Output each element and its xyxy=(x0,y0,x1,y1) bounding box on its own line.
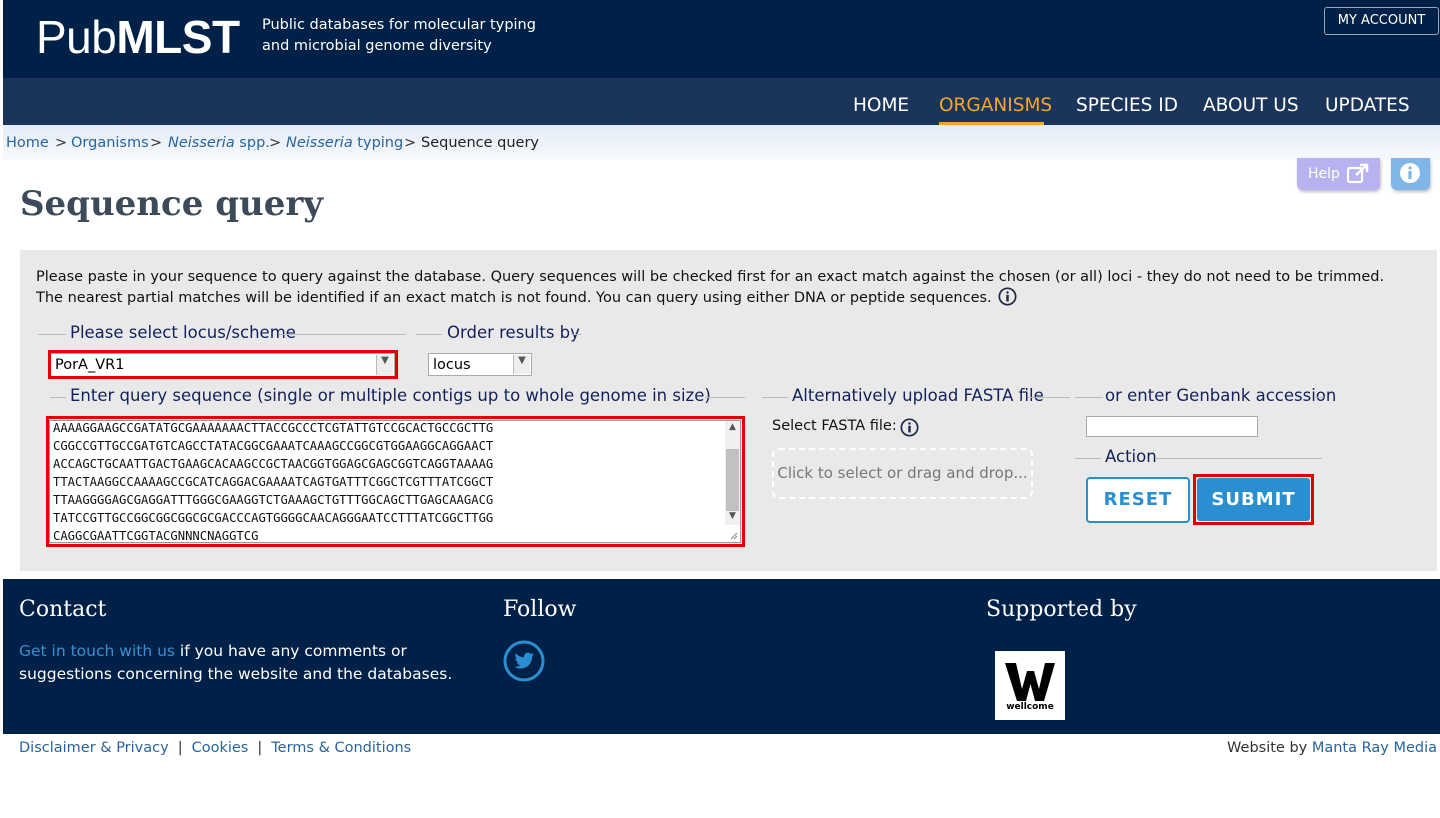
footer-links: Disclaimer & Privacy | Cookies | Terms & Con… xyxy=(19,740,411,756)
fieldset-line xyxy=(762,397,788,398)
fieldset-line xyxy=(279,334,406,335)
fieldset-line xyxy=(38,334,66,335)
nav-home[interactable]: HOME xyxy=(853,95,909,116)
nav-about-us[interactable]: ABOUT US xyxy=(1203,95,1299,116)
locus-legend: Please select locus/scheme xyxy=(70,323,296,342)
query-panel: Please paste in your sequence to query a… xyxy=(20,250,1437,571)
reset-button[interactable]: RESET xyxy=(1086,477,1190,523)
breadcrumb-organisms[interactable]: Organisms xyxy=(71,135,149,151)
intro-text: Please paste in your sequence to query a… xyxy=(36,268,1396,312)
pubmlst-logo[interactable]: PubMLST xyxy=(36,10,240,64)
breadcrumb-separator: > xyxy=(150,135,163,151)
footer-link-separator: | xyxy=(177,740,183,756)
contact-link[interactable]: Get in touch with us xyxy=(19,642,175,660)
genbank-legend: or enter Genbank accession xyxy=(1105,386,1337,405)
tagline-line-1: Public databases for molecular typing xyxy=(262,17,536,33)
breadcrumb-current: Sequence query xyxy=(421,135,539,151)
page-title: Sequence query xyxy=(20,184,323,224)
breadcrumb-typing-italic: Neisseria xyxy=(286,135,353,151)
my-account-button[interactable]: MY ACCOUNT xyxy=(1324,7,1439,35)
breadcrumb-species-rest: spp. xyxy=(234,135,270,151)
chevron-down-icon: ▼ xyxy=(513,355,530,374)
fieldset-line xyxy=(1028,397,1070,398)
help-button[interactable]: Help xyxy=(1297,158,1380,190)
fieldset-line xyxy=(1156,458,1322,459)
manta-ray-media-link[interactable]: Manta Ray Media xyxy=(1312,740,1437,756)
fieldset-line xyxy=(1075,458,1101,459)
wellcome-logo-text: wellcome xyxy=(1006,702,1054,712)
info-button[interactable] xyxy=(1391,158,1430,190)
site-footer: Contact Get in touch with us if you have… xyxy=(3,579,1440,734)
breadcrumb-neisseria-typing[interactable]: Neisseria typing xyxy=(286,135,403,151)
tagline-line-2: and microbial genome diversity xyxy=(262,38,492,54)
follow-heading: Follow xyxy=(503,597,577,622)
breadcrumb: Home > Organisms > Neisseria spp. > Neis… xyxy=(3,125,1440,160)
footer-link-separator: | xyxy=(257,740,263,756)
logo-text-light: Pub xyxy=(36,11,117,63)
fieldset-line xyxy=(571,334,581,335)
credit-prefix: Website by xyxy=(1227,740,1312,756)
fasta-legend: Alternatively upload FASTA file xyxy=(792,386,1044,405)
order-legend: Order results by xyxy=(447,323,580,342)
breadcrumb-typing-rest: typing xyxy=(352,135,404,151)
disclaimer-link[interactable]: Disclaimer & Privacy xyxy=(19,740,169,756)
intro-info-icon[interactable] xyxy=(998,287,1017,312)
fieldset-line xyxy=(1075,397,1103,398)
site-credit: Website by Manta Ray Media xyxy=(1227,740,1437,756)
fieldset-line xyxy=(50,397,66,398)
external-link-icon xyxy=(1346,163,1369,184)
breadcrumb-separator: > xyxy=(55,135,68,151)
order-select-value: locus xyxy=(433,357,471,373)
breadcrumb-separator: > xyxy=(404,135,417,151)
fieldset-line xyxy=(416,334,442,335)
intro-text-body: Please paste in your sequence to query a… xyxy=(36,269,1385,306)
site-tagline: Public databases for molecular typing an… xyxy=(262,15,536,57)
supported-heading: Supported by xyxy=(986,597,1137,622)
submit-button-highlight xyxy=(1193,474,1314,525)
terms-link[interactable]: Terms & Conditions xyxy=(271,740,411,756)
order-select[interactable]: locus ▼ xyxy=(428,353,532,376)
breadcrumb-home[interactable]: Home xyxy=(6,135,49,151)
wellcome-logo[interactable]: wellcome xyxy=(995,651,1065,720)
action-legend: Action xyxy=(1105,447,1157,466)
locus-select-highlight xyxy=(48,350,398,379)
genbank-accession-input[interactable] xyxy=(1086,416,1258,437)
twitter-icon[interactable] xyxy=(503,640,545,682)
contact-text: Get in touch with us if you have any com… xyxy=(19,640,459,686)
cookies-link[interactable]: Cookies xyxy=(192,740,249,756)
fasta-file-label: Select FASTA file: xyxy=(772,418,897,434)
fasta-dropzone[interactable]: Click to select or drag and drop... xyxy=(772,448,1033,499)
breadcrumb-species-italic: Neisseria xyxy=(168,135,235,151)
nav-organisms[interactable]: ORGANISMS xyxy=(939,95,1052,116)
nav-species-id[interactable]: SPECIES ID xyxy=(1076,95,1178,116)
breadcrumb-neisseria-spp[interactable]: Neisseria spp. xyxy=(168,135,270,151)
query-sequence-highlight xyxy=(46,416,745,547)
contact-heading: Contact xyxy=(19,597,107,622)
nav-updates[interactable]: UPDATES xyxy=(1325,95,1410,116)
query-legend: Enter query sequence (single or multiple… xyxy=(70,386,711,405)
info-icon xyxy=(1400,163,1420,183)
info-icon[interactable] xyxy=(900,418,919,437)
logo-text-bold: MLST xyxy=(116,11,240,63)
fieldset-line xyxy=(1314,397,1324,398)
main-nav: HOME ORGANISMS SPECIES ID ABOUT US UPDAT… xyxy=(3,78,1440,125)
fieldset-line xyxy=(705,397,745,398)
breadcrumb-separator: > xyxy=(269,135,282,151)
site-header: PubMLST Public databases for molecular t… xyxy=(3,0,1440,78)
page: PubMLST Public databases for molecular t… xyxy=(0,0,1440,818)
help-label: Help xyxy=(1308,166,1340,182)
